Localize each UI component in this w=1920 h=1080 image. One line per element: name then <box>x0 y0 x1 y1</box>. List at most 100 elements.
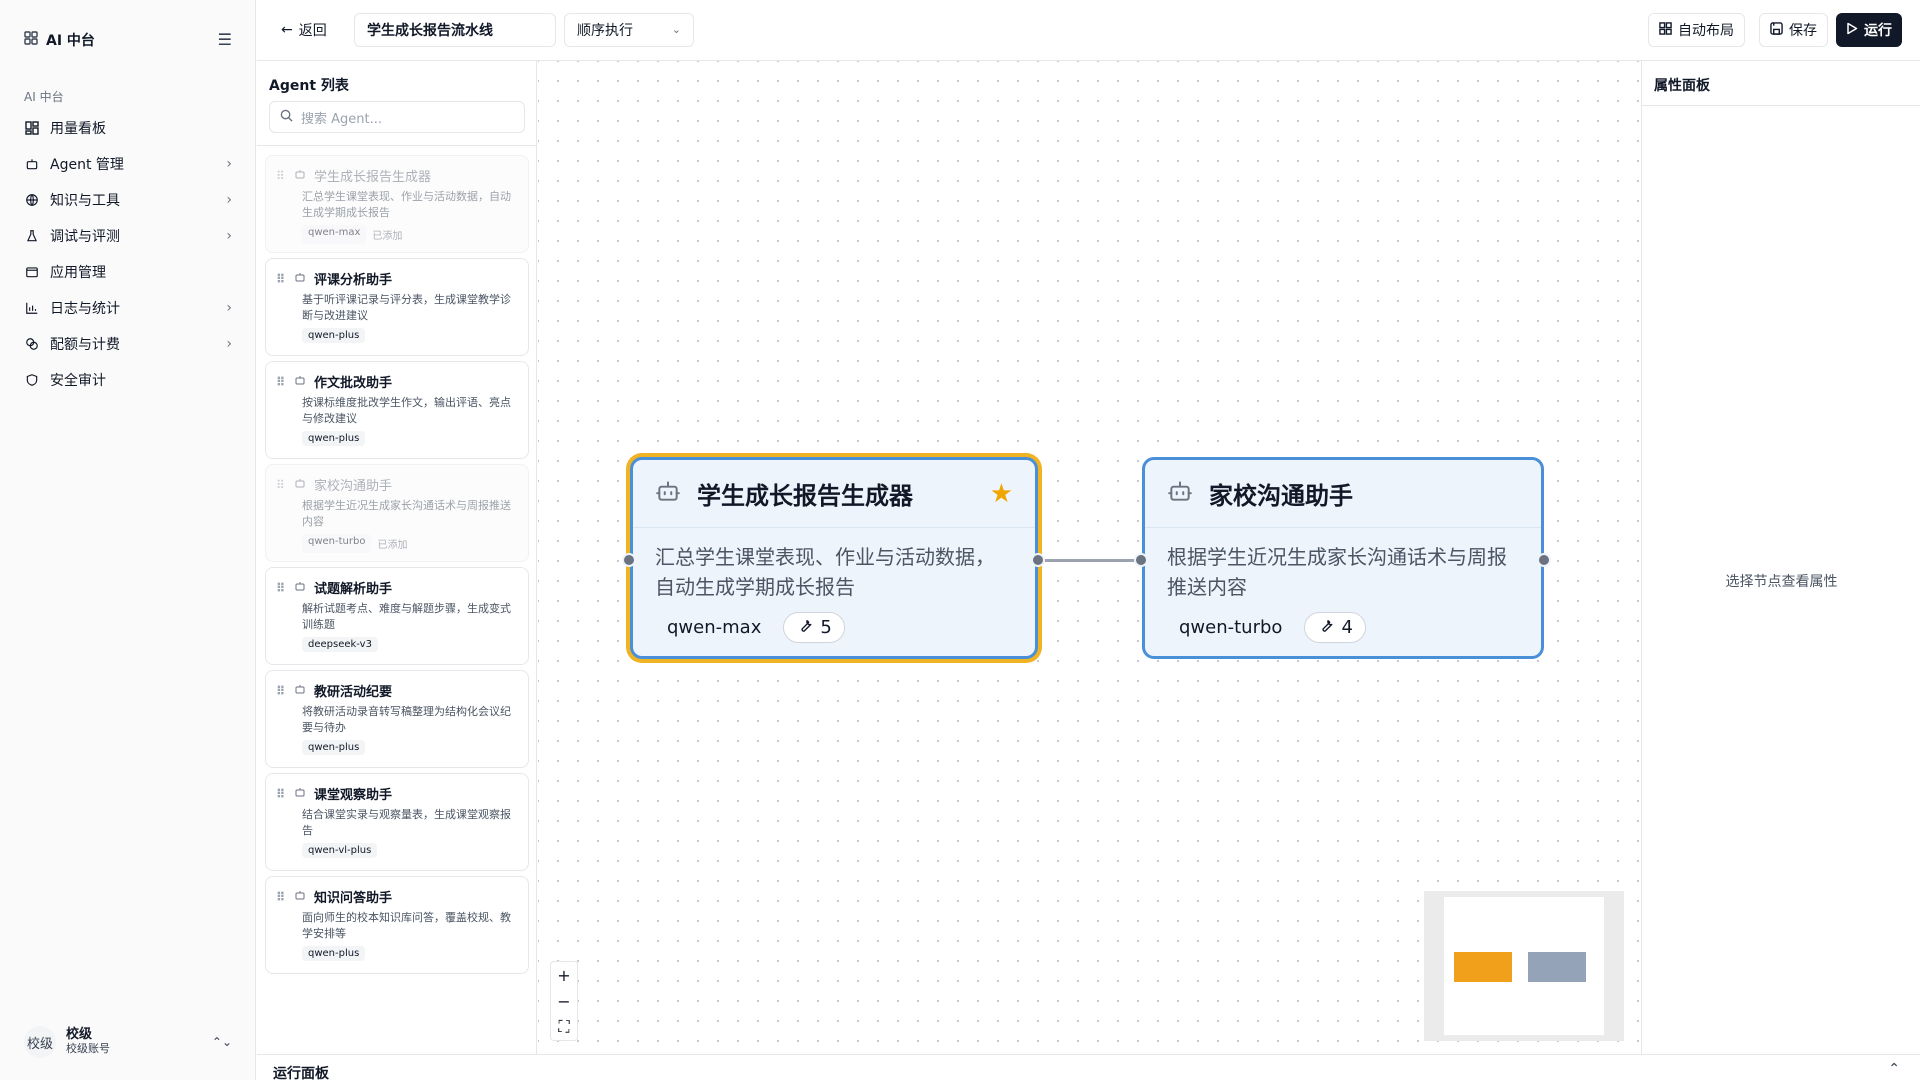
sidebar-item-label: 用量看板 <box>50 121 106 137</box>
bot-icon <box>294 168 306 184</box>
app-window-icon <box>24 264 40 280</box>
node-tools-count: 5 <box>820 617 832 638</box>
node-description: 根据学生近况生成家长沟通话术与周报推送内容 <box>1167 545 1507 599</box>
agent-card[interactable]: ⠿ 知识问答助手 面向师生的校本知识库问答，覆盖校规、教学安排等 qwen-plus <box>265 876 529 974</box>
user-switcher[interactable]: 校级 校级 校级账号 ⌃⌄ <box>24 1024 232 1060</box>
agent-card[interactable]: ⠿ 家校沟通助手 根据学生近况生成家长沟通话术与周报推送内容 qwen-turbo 已添… <box>265 464 529 562</box>
chevron-up-icon[interactable]: ⌃ <box>1888 1061 1900 1077</box>
agent-card-header: ⠿ 试题解析助手 <box>276 578 518 598</box>
sidebar-item[interactable]: Agent 管理 › <box>16 146 240 182</box>
node-description: 汇总学生课堂表现、作业与活动数据，自动生成学期成长报告 <box>655 545 995 599</box>
agent-card[interactable]: ⠿ 评课分析助手 基于听评课记录与评分表，生成课堂教学诊断与改进建议 qwen-plu… <box>265 258 529 356</box>
zoom-out-button[interactable]: − <box>551 988 577 1014</box>
execution-mode-value: 顺序执行 <box>577 23 633 39</box>
drag-handle-icon[interactable]: ⠿ <box>276 478 286 492</box>
flow-node[interactable]: 学生成长报告生成器 ★ 汇总学生课堂表现、作业与活动数据，自动生成学期成长报告 … <box>630 457 1038 659</box>
agent-card-header: ⠿ 知识问答助手 <box>276 887 518 907</box>
drag-handle-icon[interactable]: ⠿ <box>276 169 286 183</box>
agent-description: 解析试题考点、难度与解题步骤，生成变式训练题 <box>302 602 511 631</box>
drag-handle-icon[interactable]: ⠿ <box>276 787 286 801</box>
agent-tags: qwen-plus <box>302 328 518 343</box>
agent-description: 将教研活动录音转写稿整理为结构化会议纪要与待办 <box>302 705 511 734</box>
drag-handle-icon[interactable]: ⠿ <box>276 272 286 286</box>
node-input-handle[interactable] <box>1134 553 1148 567</box>
zoom-in-button[interactable]: + <box>551 962 577 988</box>
drag-handle-icon[interactable]: ⠿ <box>276 684 286 698</box>
wrench-icon <box>796 616 814 639</box>
minimap-node <box>1528 952 1586 982</box>
agent-card[interactable]: ⠿ 学生成长报告生成器 汇总学生课堂表现、作业与活动数据，自动生成学期成长报告 qwe… <box>265 155 529 253</box>
agent-name: 家校沟通助手 <box>314 479 393 494</box>
grid-icon <box>24 31 38 49</box>
save-button[interactable]: 保存 <box>1759 13 1828 47</box>
bot-icon <box>294 683 306 699</box>
node-tools-badge: 5 <box>783 612 845 643</box>
save-label: 保存 <box>1789 23 1817 39</box>
agent-tags: deepseek-v3 <box>302 637 518 652</box>
agent-search-input[interactable]: 搜索 Agent... <box>269 101 525 133</box>
fit-view-button[interactable]: ⛶ <box>551 1014 577 1040</box>
back-button[interactable]: ← 返回 <box>271 13 337 47</box>
drag-handle-icon[interactable]: ⠿ <box>276 581 286 595</box>
agent-model-tag: qwen-plus <box>302 431 366 446</box>
agent-card[interactable]: ⠿ 教研活动纪要 将教研活动录音转写稿整理为结构化会议纪要与待办 qwen-plus <box>265 670 529 768</box>
agent-card[interactable]: ⠿ 作文批改助手 按课标维度批改学生作文，输出评语、亮点与修改建议 qwen-plus <box>265 361 529 459</box>
user-name: 校级 <box>66 1027 93 1043</box>
execution-mode-select[interactable]: 顺序执行 ⌄ <box>564 13 694 47</box>
search-icon <box>280 109 293 126</box>
agent-description: 汇总学生课堂表现、作业与活动数据，自动生成学期成长报告 <box>302 190 511 219</box>
minimap[interactable] <box>1424 891 1624 1041</box>
app-root: AI 中台 ☰ AI 中台 用量看板 Agent 管理 › 知识与工具 › 调试与评测 › 应… <box>0 0 1920 1080</box>
bot-icon <box>294 580 306 596</box>
agent-card[interactable]: ⠿ 试题解析助手解析试题考点、难度与解题步骤，生成变式训练题 deepseek-v3 <box>265 567 529 665</box>
bot-icon <box>655 478 681 510</box>
user-info: 校级 校级账号 <box>66 1027 202 1056</box>
sidebar-header: AI 中台 ☰ <box>24 28 232 52</box>
sidebar-item[interactable]: 配额与计费 › <box>16 326 240 362</box>
flow-canvas[interactable]: 学生成长报告生成器 ★ 汇总学生课堂表现、作业与活动数据，自动生成学期成长报告 … <box>538 61 1640 1054</box>
sidebar-item[interactable]: 用量看板 <box>16 110 240 146</box>
flow-node[interactable]: 家校沟通助手 根据学生近况生成家长沟通话术与周报推送内容 qwen-turbo … <box>1142 457 1544 659</box>
minimap-viewport <box>1444 897 1604 1035</box>
bar-chart-icon <box>24 300 40 316</box>
agent-card-header: ⠿ 教研活动纪要 <box>276 681 518 701</box>
arrow-left-icon: ← <box>281 22 293 38</box>
run-panel[interactable]: 运行面板 ⌃ <box>257 1054 1920 1080</box>
avatar: 校级 <box>24 1026 56 1058</box>
agent-list-title: Agent 列表 <box>269 78 349 94</box>
sidebar-item-label: 日志与统计 <box>50 301 120 317</box>
run-button[interactable]: 运行 <box>1836 13 1902 47</box>
drag-handle-icon[interactable]: ⠿ <box>276 890 286 904</box>
node-output-handle[interactable] <box>1031 553 1045 567</box>
drag-handle-icon[interactable]: ⠿ <box>276 375 286 389</box>
sidebar-item[interactable]: 调试与评测 › <box>16 218 240 254</box>
sidebar-group-label: AI 中台 <box>24 90 64 104</box>
agent-card-header: ⠿ 课堂观察助手 <box>276 784 518 804</box>
menu-toggle-icon[interactable]: ☰ <box>218 30 232 49</box>
node-output-handle[interactable] <box>1537 553 1551 567</box>
dashboard-icon <box>24 120 40 136</box>
globe-icon <box>24 192 40 208</box>
divider <box>1642 105 1920 106</box>
agent-model-tag: qwen-plus <box>302 946 366 961</box>
agent-description: 根据学生近况生成家长沟通话术与周报推送内容 <box>302 499 511 528</box>
agent-card[interactable]: ⠿ 课堂观察助手 结合课堂实录与观察量表，生成课堂观察报告 qwen-vl-plus <box>265 773 529 871</box>
sidebar-item[interactable]: 日志与统计 › <box>16 290 240 326</box>
zoom-controls: + − ⛶ <box>550 961 578 1041</box>
agent-description: 基于听评课记录与评分表，生成课堂教学诊断与改进建议 <box>302 293 511 322</box>
app-title: AI 中台 <box>46 33 95 49</box>
agent-description: 按课标维度批改学生作文，输出评语、亮点与修改建议 <box>302 396 511 425</box>
auto-layout-label: 自动布局 <box>1678 23 1734 39</box>
back-label: 返回 <box>298 23 327 39</box>
auto-layout-button[interactable]: 自动布局 <box>1648 13 1745 47</box>
node-input-handle[interactable] <box>622 553 636 567</box>
node-footer: qwen-turbo 4 <box>1145 604 1541 643</box>
bot-icon <box>1167 478 1193 510</box>
sidebar-item[interactable]: 应用管理 <box>16 254 240 290</box>
node-title: 学生成长报告生成器 <box>697 482 913 510</box>
play-icon <box>1846 22 1858 39</box>
sidebar-item[interactable]: 安全审计 <box>16 362 240 398</box>
sidebar-item[interactable]: 知识与工具 › <box>16 182 240 218</box>
minimap-node <box>1454 952 1512 982</box>
pipeline-name-input[interactable]: 学生成长报告流水线 <box>354 13 556 47</box>
